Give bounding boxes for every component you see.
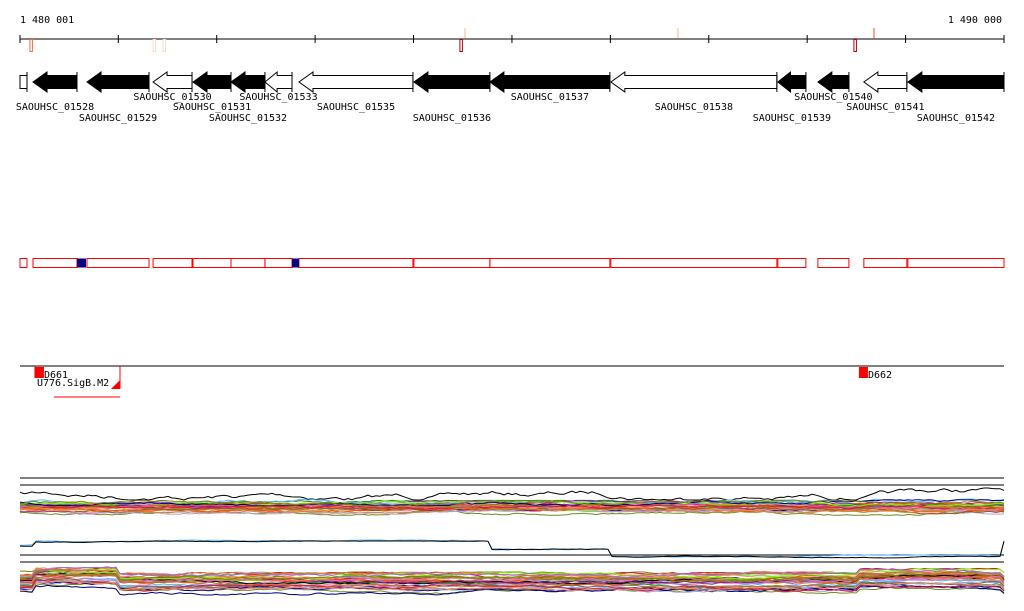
gene-label: SAOUHSC_01541 bbox=[846, 102, 924, 113]
gene-label: SAOUHSC_01536 bbox=[413, 113, 491, 124]
segment-box[interactable] bbox=[152, 258, 193, 268]
expression-trace bbox=[19, 487, 1005, 501]
gene-arrow bbox=[230, 71, 266, 93]
region-corner-marker bbox=[110, 380, 120, 389]
segment-box[interactable] bbox=[907, 258, 1005, 268]
gene-arrow bbox=[413, 71, 491, 93]
segment-box[interactable] bbox=[489, 258, 611, 268]
gene-arrow bbox=[264, 70, 293, 94]
gene-arrow bbox=[489, 71, 611, 93]
segment-box[interactable] bbox=[19, 258, 28, 268]
ruler-start-label: 1 480 001 bbox=[20, 15, 74, 26]
gene-arrow bbox=[86, 71, 150, 93]
gene-label: SAOUHSC_01542 bbox=[917, 113, 995, 124]
gene-label: SAOUHSC_01531 bbox=[173, 102, 251, 113]
segment-box[interactable] bbox=[863, 258, 908, 268]
feature-label: D661 bbox=[44, 370, 68, 381]
gene-track: SAOUHSC_01528SAOUHSC_01529SAOUHSC_01530S… bbox=[16, 70, 1005, 124]
gene-SAOUHSC_01528[interactable]: SAOUHSC_01528 bbox=[16, 71, 94, 113]
gene-label: SAOUHSC_01535 bbox=[317, 102, 395, 113]
segment-box[interactable] bbox=[86, 258, 150, 268]
feature-marker bbox=[858, 367, 868, 378]
segment-box[interactable] bbox=[413, 258, 491, 268]
variant-marker[interactable] bbox=[29, 39, 33, 52]
feature-marker bbox=[34, 367, 44, 378]
genome-browser-canvas: 1 480 001 1 490 000 SAOUHSC_01528SAOUHSC… bbox=[16, 15, 1005, 596]
segment-box[interactable] bbox=[192, 258, 232, 268]
variant-marker[interactable] bbox=[872, 28, 875, 38]
gene-arrow bbox=[19, 75, 28, 89]
segment-box[interactable] bbox=[610, 258, 778, 268]
variant-marker[interactable] bbox=[152, 39, 157, 52]
segment-track bbox=[19, 258, 1005, 268]
ruler-end-label: 1 490 000 bbox=[948, 15, 1002, 26]
feature-track: U776.SigB.M2 D661 D662 bbox=[20, 365, 1004, 398]
gene-label: SAOUHSC_01539 bbox=[753, 113, 831, 124]
variant-marker[interactable] bbox=[459, 39, 463, 52]
variant-marker[interactable] bbox=[463, 28, 466, 38]
gene-label: SAOUHSC_01533 bbox=[239, 92, 317, 103]
gene-arrow bbox=[609, 71, 778, 93]
gene-arrow bbox=[192, 71, 232, 93]
feature-label: D662 bbox=[868, 370, 892, 381]
variant-marker[interactable] bbox=[853, 39, 857, 52]
segment-marker[interactable] bbox=[76, 258, 87, 268]
gene-arrow bbox=[32, 71, 78, 93]
gene-arrow bbox=[817, 71, 850, 93]
segment-box[interactable] bbox=[777, 258, 807, 268]
expression-trace bbox=[19, 539, 1005, 558]
segment-box[interactable] bbox=[32, 258, 78, 268]
gene-SAOUHSC_01537[interactable]: SAOUHSC_01537 bbox=[489, 71, 611, 103]
variant-marker[interactable] bbox=[676, 28, 679, 38]
expression-profile-panel bbox=[19, 477, 1005, 596]
gene-label: SAOUHSC_01537 bbox=[511, 92, 589, 103]
segment-box[interactable] bbox=[298, 258, 414, 268]
gene-arrow bbox=[906, 71, 1005, 93]
gene-unnamed[interactable] bbox=[19, 72, 28, 92]
gene-label: SAOUHSC_01529 bbox=[79, 113, 157, 124]
gene-arrow bbox=[152, 71, 193, 93]
feature-d662[interactable]: D662 bbox=[858, 367, 892, 381]
segment-box[interactable] bbox=[264, 258, 293, 268]
gene-arrow bbox=[863, 71, 908, 93]
variant-marker[interactable] bbox=[162, 39, 167, 52]
gene-arrow bbox=[298, 71, 414, 93]
gene-label: SAOUHSC_01532 bbox=[209, 113, 287, 124]
segment-box[interactable] bbox=[817, 258, 850, 268]
gene-label: SAOUHSC_01528 bbox=[16, 102, 94, 113]
gene-SAOUHSC_01538[interactable]: SAOUHSC_01538 bbox=[609, 71, 778, 113]
ruler-markers bbox=[29, 28, 875, 52]
gene-arrow bbox=[777, 70, 807, 94]
segment-box[interactable] bbox=[230, 258, 266, 268]
segment-marker[interactable] bbox=[292, 258, 299, 268]
gene-label: SAOUHSC_01538 bbox=[655, 102, 733, 113]
gene-SAOUHSC_01536[interactable]: SAOUHSC_01536 bbox=[413, 71, 491, 124]
gene-SAOUHSC_01542[interactable]: SAOUHSC_01542 bbox=[906, 71, 1005, 124]
